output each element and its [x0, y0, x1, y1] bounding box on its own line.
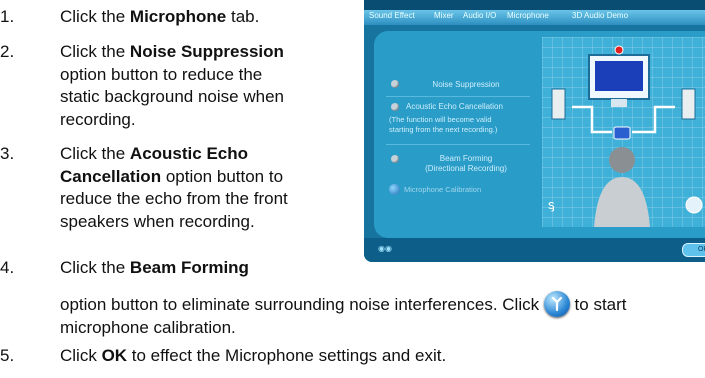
beam-forming-label: Beam Forming — [439, 154, 493, 163]
step-bold: Acoustic Echo — [129, 144, 249, 163]
step-bold: OK — [101, 346, 128, 365]
noise-suppression-label: Noise Suppression — [432, 80, 500, 89]
echo-cancellation-radio[interactable] — [391, 103, 399, 111]
right-speaker-icon — [681, 88, 696, 120]
microphone-diagram: ᶊ — [542, 37, 705, 227]
step-bold: Microphone — [129, 7, 227, 26]
calibration-icon — [543, 290, 570, 317]
microphone-calibration-row: Microphone Calibration — [386, 182, 530, 198]
step-text: speakers when recording. — [60, 211, 255, 231]
beam-forming-radio[interactable] — [391, 155, 399, 163]
step-number: 5. — [0, 346, 15, 365]
panel-title-bar — [364, 0, 705, 10]
step-text: tab. — [226, 7, 260, 26]
echo-cancellation-option[interactable]: Acoustic Echo Cancellation (The function… — [386, 98, 530, 145]
microphone-calibration-button[interactable] — [389, 184, 400, 195]
step-text: to start — [569, 294, 627, 314]
step-text: Click the — [60, 42, 130, 61]
tab-microphone[interactable]: Microphone — [507, 11, 549, 20]
beam-forming-option[interactable]: Beam Forming (Directional Recording) — [386, 150, 530, 180]
step-number: 3. — [0, 144, 15, 163]
tab-3d-audio-demo[interactable]: 3D Audio Demo — [572, 11, 628, 20]
listener-body-icon — [594, 177, 650, 227]
audio-manager-panel: Sound Effect Mixer Audio I/O Microphone … — [364, 0, 705, 262]
step-number: 4. — [0, 258, 15, 277]
step-1: 1. Click the Microphone tab. — [0, 6, 360, 30]
panel-tab-bar: Sound Effect Mixer Audio I/O Microphone … — [364, 10, 705, 25]
step-bold: Beam Forming — [129, 258, 249, 277]
tab-audio-io[interactable]: Audio I/O — [463, 11, 496, 20]
listener-head-icon — [609, 147, 635, 173]
microphone-calibration-label: Microphone Calibration — [404, 185, 482, 194]
panel-bottom-bar — [364, 238, 705, 262]
step-text: option button to — [161, 166, 284, 186]
noise-suppression-option[interactable]: Noise Suppression — [386, 72, 530, 97]
step-text: recording. — [60, 109, 136, 129]
step-text: Click the — [60, 258, 130, 277]
step-bold: Noise Suppression — [129, 42, 284, 61]
microphone-icon — [614, 45, 624, 55]
echo-note-line-2: starting from the next recording.) — [389, 125, 498, 134]
tab-sound-effect[interactable]: Sound Effect — [369, 11, 415, 20]
tab-mixer[interactable]: Mixer — [434, 11, 454, 20]
left-speaker-icon — [551, 88, 566, 120]
step-number: 1. — [0, 7, 15, 26]
svg-text:ᶊ: ᶊ — [548, 198, 555, 213]
step-text: microphone calibration. — [60, 317, 236, 337]
beam-forming-sublabel: (Directional Recording) — [425, 164, 507, 173]
step-5: 5. Click OK to effect the Microphone set… — [0, 345, 705, 369]
info-icon[interactable]: ◉◉ — [378, 244, 392, 253]
step-text: reduce the echo from the front — [60, 189, 288, 208]
step-text: Click the — [60, 144, 130, 163]
step-2: 2. Click the Noise Suppression option bu… — [0, 41, 360, 131]
step-3: 3. Click the Acoustic Echo Cancellation … — [0, 143, 360, 233]
step-bold: Cancellation — [60, 166, 162, 186]
step-4: 4. Click the Beam Forming option button … — [0, 257, 705, 337]
step-number: 2. — [0, 42, 15, 61]
step-text: Click the — [60, 7, 130, 26]
step-text: option button to reduce the — [60, 64, 263, 84]
step-text: Click — [60, 346, 102, 365]
microphone-settings-area: Noise Suppression Acoustic Echo Cancella… — [374, 31, 705, 238]
step-text: to effect the Microphone settings and ex… — [127, 346, 447, 365]
ok-button[interactable]: OK — [682, 243, 705, 257]
step-text: option button to eliminate surrounding n… — [60, 294, 544, 314]
noise-suppression-radio[interactable] — [391, 80, 399, 88]
step-text: static background noise when — [60, 87, 284, 106]
echo-note-line-1: (The function will become valid — [389, 115, 492, 124]
echo-cancellation-label: Acoustic Echo Cancellation — [406, 102, 503, 111]
